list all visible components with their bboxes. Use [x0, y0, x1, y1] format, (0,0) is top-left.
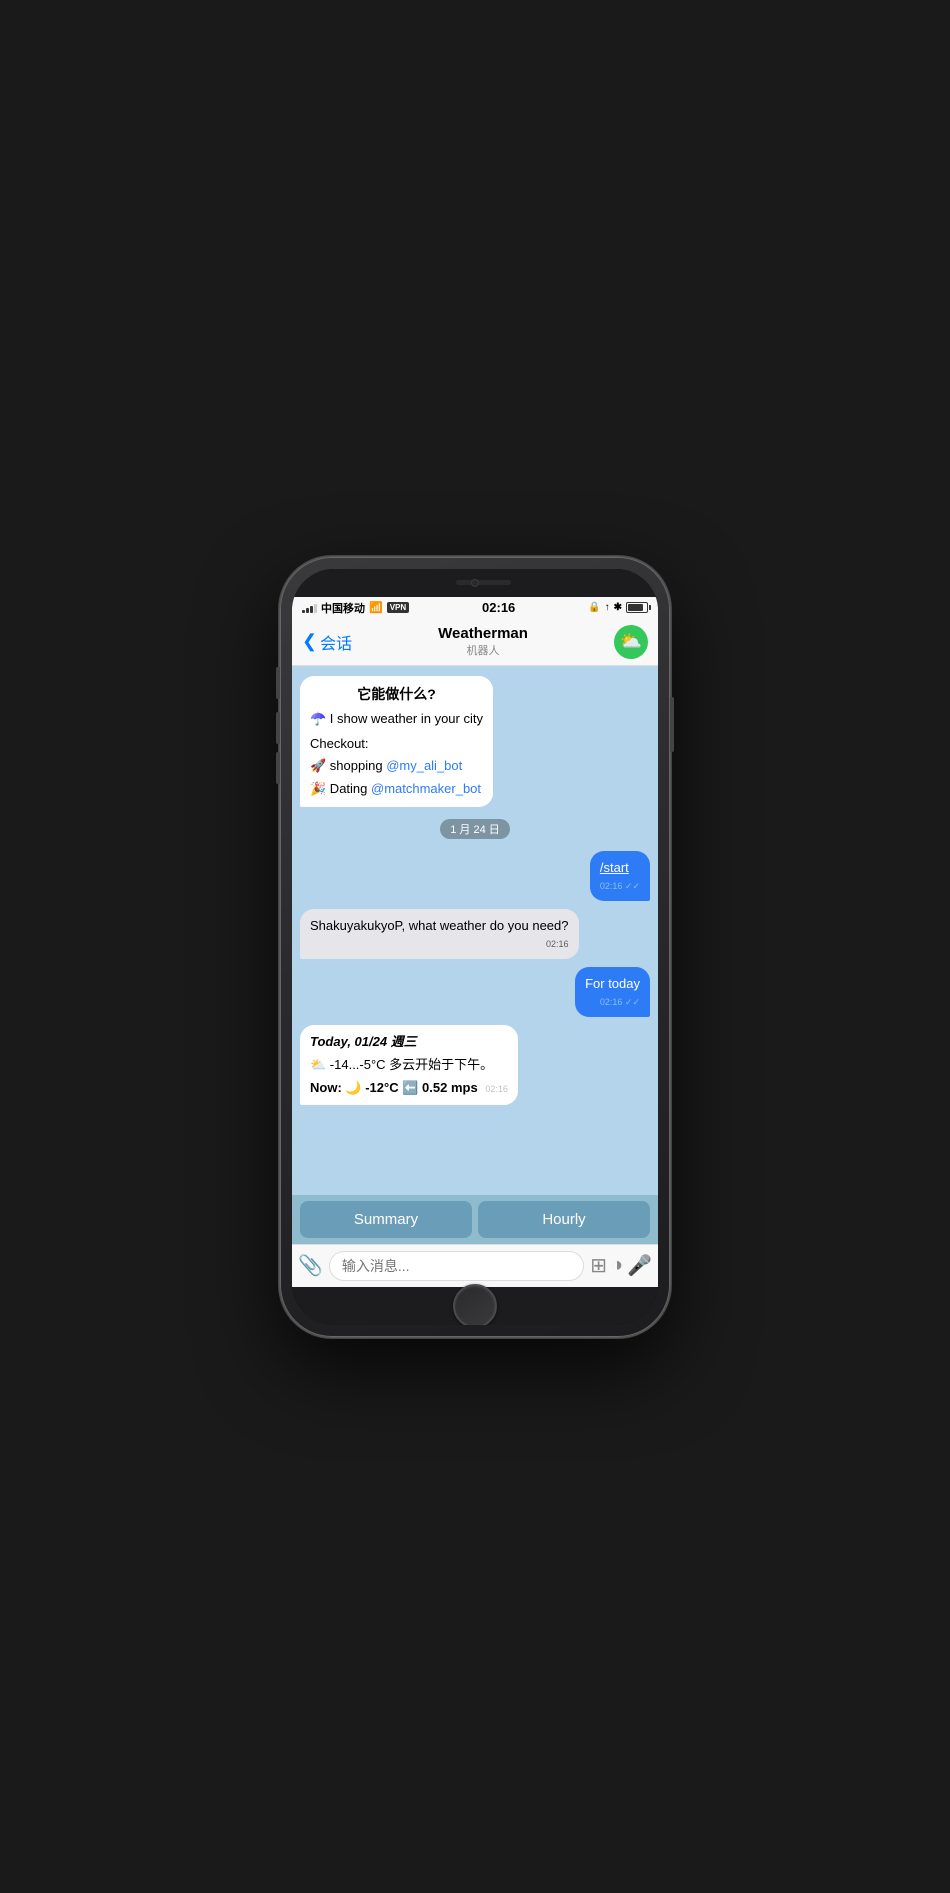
summary-button[interactable]: Summary — [300, 1201, 472, 1238]
bot-response-bubble: ShakuyakukyoP, what weather do you need?… — [300, 909, 579, 959]
start-message-row: /start 02:16 ✓✓ — [300, 851, 650, 901]
sticker-icon[interactable]: ⊞ — [590, 1253, 607, 1278]
start-time: 02:16 ✓✓ — [600, 880, 640, 893]
for-today-bubble: For today 02:16 ✓✓ — [575, 967, 650, 1017]
arrow-emoji: ⬅️ — [402, 1080, 418, 1095]
bot-response-row: ShakuyakukyoP, what weather do you need?… — [300, 909, 650, 959]
nav-subtitle: 机器人 — [438, 642, 528, 658]
moon-emoji: 🌙 — [345, 1080, 361, 1095]
hourly-button[interactable]: Hourly — [478, 1201, 650, 1238]
phone-bottom — [292, 1287, 658, 1325]
rocket-emoji: 🚀 — [310, 758, 326, 773]
date-chip-label: 1 月 24 日 — [440, 819, 510, 839]
dragon-emoji: 🎉 — [310, 781, 326, 796]
emoji-icon[interactable]: ◑ — [611, 1254, 623, 1277]
for-today-text: For today — [585, 976, 640, 991]
nav-bar: ❮ 会话 Weatherman 机器人 ⛅ — [292, 619, 658, 666]
location-icon: ↑ — [605, 602, 610, 613]
bar1 — [302, 610, 305, 613]
status-left: 中国移动 📶 VPN — [302, 600, 409, 616]
nav-title-area: Weatherman 机器人 — [438, 625, 528, 658]
screen: 中国移动 📶 VPN 02:16 🔒 ↑ ✱ ❮ 会话 — [292, 597, 658, 1287]
weather-now: Now: 🌙 -12°C ⬅️ 0.52 mps 02:16 — [310, 1079, 508, 1098]
input-bar: 📎 ⊞ ◑ 🎤 — [292, 1244, 658, 1287]
vpn-badge: VPN — [387, 602, 409, 613]
signal-bars — [302, 603, 317, 613]
intro-bubble: 它能做什么? ☂️ I show weather in your city Ch… — [300, 676, 493, 808]
date-chip: 1 月 24 日 — [300, 819, 650, 839]
carrier-label: 中国移动 — [321, 600, 365, 616]
quick-buttons-bar: Summary Hourly — [292, 1195, 658, 1244]
battery — [626, 602, 648, 613]
weather-report-row: Today, 01/24 週三 ⛅ -14...-5°C 多云开始于下午。 No… — [300, 1025, 650, 1106]
attachment-icon[interactable]: 📎 — [298, 1253, 323, 1278]
mic-icon[interactable]: 🎤 — [627, 1253, 652, 1278]
now-wind: 0.52 mps — [422, 1080, 478, 1095]
bluetooth-icon: ✱ — [614, 602, 622, 613]
dating-line: 🎉 Dating @matchmaker_bot — [310, 780, 483, 799]
status-bar: 中国移动 📶 VPN 02:16 🔒 ↑ ✱ — [292, 597, 658, 619]
battery-fill — [628, 604, 643, 611]
speaker-slot — [456, 580, 511, 585]
bar3 — [310, 606, 313, 613]
phone-top-bar — [292, 569, 658, 597]
chat-area[interactable]: 它能做什么? ☂️ I show weather in your city Ch… — [292, 666, 658, 1195]
status-right: 🔒 ↑ ✱ — [588, 602, 648, 613]
back-label: 会话 — [320, 630, 352, 654]
dating-link[interactable]: @matchmaker_bot — [371, 781, 481, 796]
status-time: 02:16 — [482, 600, 515, 615]
shopping-line: 🚀 shopping @my_ali_bot — [310, 757, 483, 776]
bot-avatar[interactable]: ⛅ — [614, 625, 648, 659]
checkout-label: Checkout: — [310, 735, 483, 754]
for-today-row: For today 02:16 ✓✓ — [300, 967, 650, 1017]
bot-response-text: ShakuyakukyoP, what weather do you need? — [310, 918, 569, 933]
double-check-icon: ✓✓ — [625, 881, 640, 891]
now-temp: -12°C — [365, 1080, 402, 1095]
camera-dot — [471, 579, 479, 587]
wifi-icon: 📶 — [369, 601, 383, 614]
nav-title: Weatherman — [438, 625, 528, 642]
now-label: Now: — [310, 1080, 342, 1095]
for-today-time: 02:16 ✓✓ — [585, 996, 640, 1009]
umbrella-emoji: ☂️ — [310, 711, 326, 726]
intro-heading: 它能做什么? — [310, 684, 483, 704]
back-button[interactable]: ❮ 会话 — [302, 630, 352, 654]
back-arrow-icon: ❮ — [302, 631, 317, 652]
start-bubble: /start 02:16 ✓✓ — [590, 851, 650, 901]
bar2 — [306, 608, 309, 613]
start-text: /start — [600, 860, 629, 875]
weather-temp-range: ⛅ -14...-5°C 多云开始于下午。 — [310, 1056, 508, 1075]
bar4 — [314, 604, 317, 613]
intro-message-row: 它能做什么? ☂️ I show weather in your city Ch… — [300, 676, 650, 808]
home-button[interactable] — [453, 1284, 497, 1325]
intro-line1: ☂️ I show weather in your city — [310, 710, 483, 729]
check-icon: ✓✓ — [625, 997, 640, 1007]
message-input[interactable] — [329, 1251, 584, 1281]
bot-response-time: 02:16 — [310, 938, 569, 951]
weather-date: Today, 01/24 週三 — [310, 1033, 508, 1052]
phone-frame: 中国移动 📶 VPN 02:16 🔒 ↑ ✱ ❮ 会话 — [280, 557, 670, 1337]
weather-bubble: Today, 01/24 週三 ⛅ -14...-5°C 多云开始于下午。 No… — [300, 1025, 518, 1106]
phone-body: 中国移动 📶 VPN 02:16 🔒 ↑ ✱ ❮ 会话 — [292, 569, 658, 1325]
weather-time: 02:16 — [485, 1084, 508, 1094]
partly-cloudy-emoji: ⛅ — [310, 1057, 326, 1072]
shopping-link[interactable]: @my_ali_bot — [386, 758, 462, 773]
lock-icon: 🔒 — [588, 602, 600, 613]
input-right-icons: ⊞ ◑ 🎤 — [590, 1253, 652, 1278]
